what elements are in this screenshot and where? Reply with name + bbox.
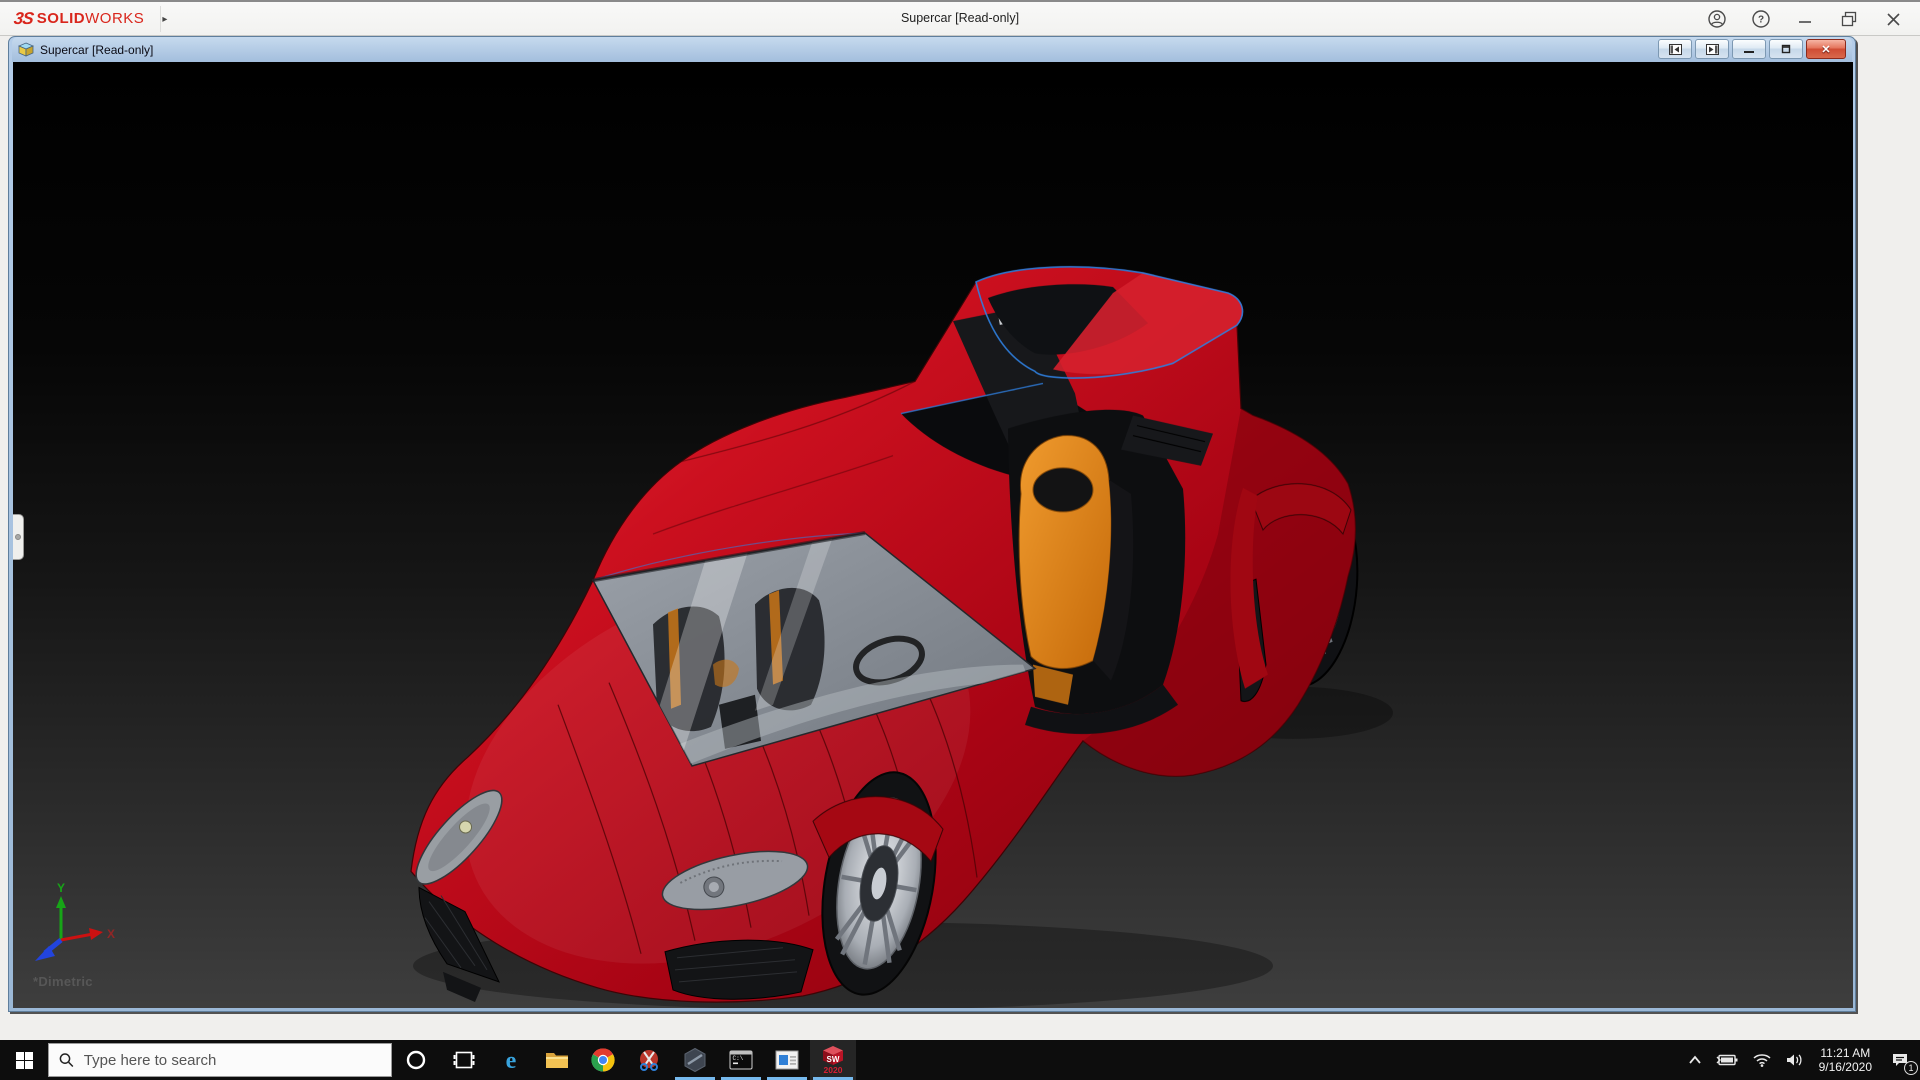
app-title: Supercar [Read-only]: [0, 11, 1920, 25]
view-orientation-label: *Dimetric: [33, 974, 93, 989]
sw-icon-text: SW: [827, 1055, 840, 1064]
taskbar-solidworks[interactable]: SW 2020: [810, 1040, 856, 1080]
taskbar-chrome[interactable]: [580, 1040, 626, 1080]
sw-icon-year: 2020: [824, 1065, 843, 1075]
taskbar-photos[interactable]: [764, 1040, 810, 1080]
help-icon[interactable]: ?: [1744, 5, 1778, 33]
svg-text:C:\: C:\: [733, 1055, 744, 1062]
part-document-icon: [18, 42, 34, 57]
start-button[interactable]: [0, 1040, 48, 1080]
cortana-button[interactable]: [392, 1040, 440, 1080]
triad-x-label: X: [107, 927, 115, 941]
close-x-glyph: ✕: [1821, 43, 1830, 56]
task-view-button[interactable]: [440, 1040, 488, 1080]
doc-minimize-button[interactable]: [1732, 39, 1766, 59]
minimize-button[interactable]: [1788, 5, 1822, 33]
tray-clock[interactable]: 11:21 AM 9/16/2020: [1811, 1046, 1880, 1074]
notification-badge: 1: [1904, 1061, 1918, 1075]
app-titlebar: 3S SOLIDWORKS ▸ Supercar [Read-only] ?: [0, 0, 1920, 36]
car-model: [13, 62, 1853, 1008]
pane-right-button[interactable]: [1695, 39, 1729, 59]
taskbar-search[interactable]: [48, 1043, 392, 1077]
orientation-triad: Y X: [25, 862, 121, 962]
search-input[interactable]: [84, 1052, 381, 1069]
taskbar-edge[interactable]: e: [488, 1040, 534, 1080]
document-title: Supercar [Read-only]: [40, 43, 153, 57]
taskbar-hexagon-app[interactable]: [672, 1040, 718, 1080]
battery-icon[interactable]: [1709, 1040, 1745, 1080]
graphics-viewport[interactable]: Y X *Dimetric: [13, 62, 1853, 1008]
wifi-icon[interactable]: [1745, 1040, 1779, 1080]
svg-text:?: ?: [1758, 15, 1764, 26]
volume-icon[interactable]: [1779, 1040, 1811, 1080]
pane-left-button[interactable]: [1658, 39, 1692, 59]
account-icon[interactable]: [1700, 5, 1734, 33]
feature-tree-collapsed-tab[interactable]: [13, 514, 24, 560]
svg-text:e: e: [506, 1048, 517, 1073]
windows-taskbar: e C:\ SW 20: [0, 1040, 1920, 1080]
doc-close-button[interactable]: ✕: [1806, 39, 1846, 59]
clock-date: 9/16/2020: [1819, 1060, 1872, 1074]
restore-button[interactable]: [1832, 5, 1866, 33]
taskbar-file-explorer[interactable]: [534, 1040, 580, 1080]
tray-chevron-icon[interactable]: [1681, 1040, 1709, 1080]
taskbar-snipping-tool[interactable]: [626, 1040, 672, 1080]
doc-restore-button[interactable]: [1769, 39, 1803, 59]
taskbar-command-prompt[interactable]: C:\: [718, 1040, 764, 1080]
action-center-icon[interactable]: 1: [1880, 1040, 1920, 1080]
close-button[interactable]: [1876, 5, 1910, 33]
clock-time: 11:21 AM: [1819, 1046, 1872, 1060]
search-icon: [59, 1052, 74, 1068]
document-window: Supercar [Read-only] ✕: [8, 36, 1856, 1012]
document-titlebar[interactable]: Supercar [Read-only] ✕: [12, 37, 1852, 62]
triad-y-label: Y: [57, 881, 65, 895]
panel-tab-dot: [15, 534, 21, 540]
system-tray: 11:21 AM 9/16/2020 1: [1681, 1040, 1920, 1080]
